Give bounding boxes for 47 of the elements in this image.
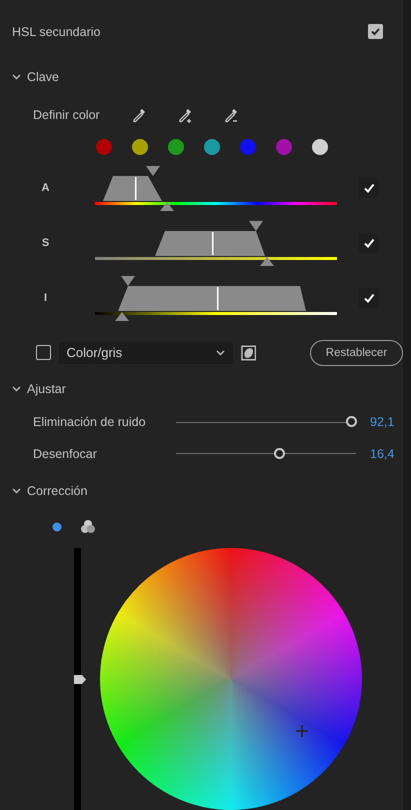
define-color-label: Definir color xyxy=(33,108,101,122)
range-control[interactable] xyxy=(95,219,337,268)
checkbox[interactable] xyxy=(36,345,51,360)
checkmark-icon xyxy=(363,292,375,304)
checkmark-icon xyxy=(370,26,381,38)
color-swatch[interactable] xyxy=(204,138,220,155)
color-swatch[interactable] xyxy=(312,138,328,155)
eyedropper-minus-icon[interactable] xyxy=(223,106,239,123)
single-wheel-icon[interactable] xyxy=(52,522,62,532)
checkmark-icon xyxy=(363,182,375,194)
chevron-icon[interactable] xyxy=(12,74,21,80)
mask-icon[interactable] xyxy=(240,344,256,361)
slider-thumb[interactable] xyxy=(274,448,285,459)
channel-label: I xyxy=(42,292,48,304)
slider-value[interactable]: 92,1 xyxy=(370,415,394,430)
section-title: Corrección xyxy=(27,484,88,498)
channel-label: A xyxy=(40,182,50,194)
range-control[interactable] xyxy=(95,164,337,212)
color-swatch[interactable] xyxy=(276,138,292,155)
channel-label: S xyxy=(40,237,50,250)
checkbox[interactable] xyxy=(368,24,383,40)
checkmark-icon xyxy=(363,237,375,250)
slider-value[interactable]: 16,4 xyxy=(370,446,394,461)
eyedropper-icon[interactable] xyxy=(131,106,147,123)
slider-label: Desenfocar xyxy=(33,446,98,461)
section-title: Clave xyxy=(27,70,59,84)
color-swatch[interactable] xyxy=(132,138,148,155)
chevron-icon[interactable] xyxy=(12,386,21,392)
section-title: Ajustar xyxy=(27,382,66,396)
range-control[interactable] xyxy=(95,274,337,322)
slider-thumb[interactable] xyxy=(74,675,86,684)
slider-thumb[interactable] xyxy=(346,416,357,428)
three-wheels-icon[interactable] xyxy=(80,519,96,534)
eyedropper-plus-icon[interactable] xyxy=(177,106,193,123)
mode-dropdown[interactable]: Color/gris xyxy=(58,342,233,364)
reset-button[interactable]: Restablecer xyxy=(310,340,403,366)
color-swatch[interactable] xyxy=(240,138,256,155)
slider-label: Eliminación de ruido xyxy=(33,415,147,430)
luminance-slider[interactable] xyxy=(74,548,86,810)
color-swatch[interactable] xyxy=(96,138,112,155)
panel-title: HSL secundario xyxy=(12,24,100,39)
checkbox[interactable] xyxy=(359,178,379,198)
chevron-icon[interactable] xyxy=(12,488,21,494)
checkbox[interactable] xyxy=(359,233,379,254)
color-swatch[interactable] xyxy=(168,138,184,155)
caret-icon xyxy=(216,350,225,356)
checkbox[interactable] xyxy=(359,288,379,308)
